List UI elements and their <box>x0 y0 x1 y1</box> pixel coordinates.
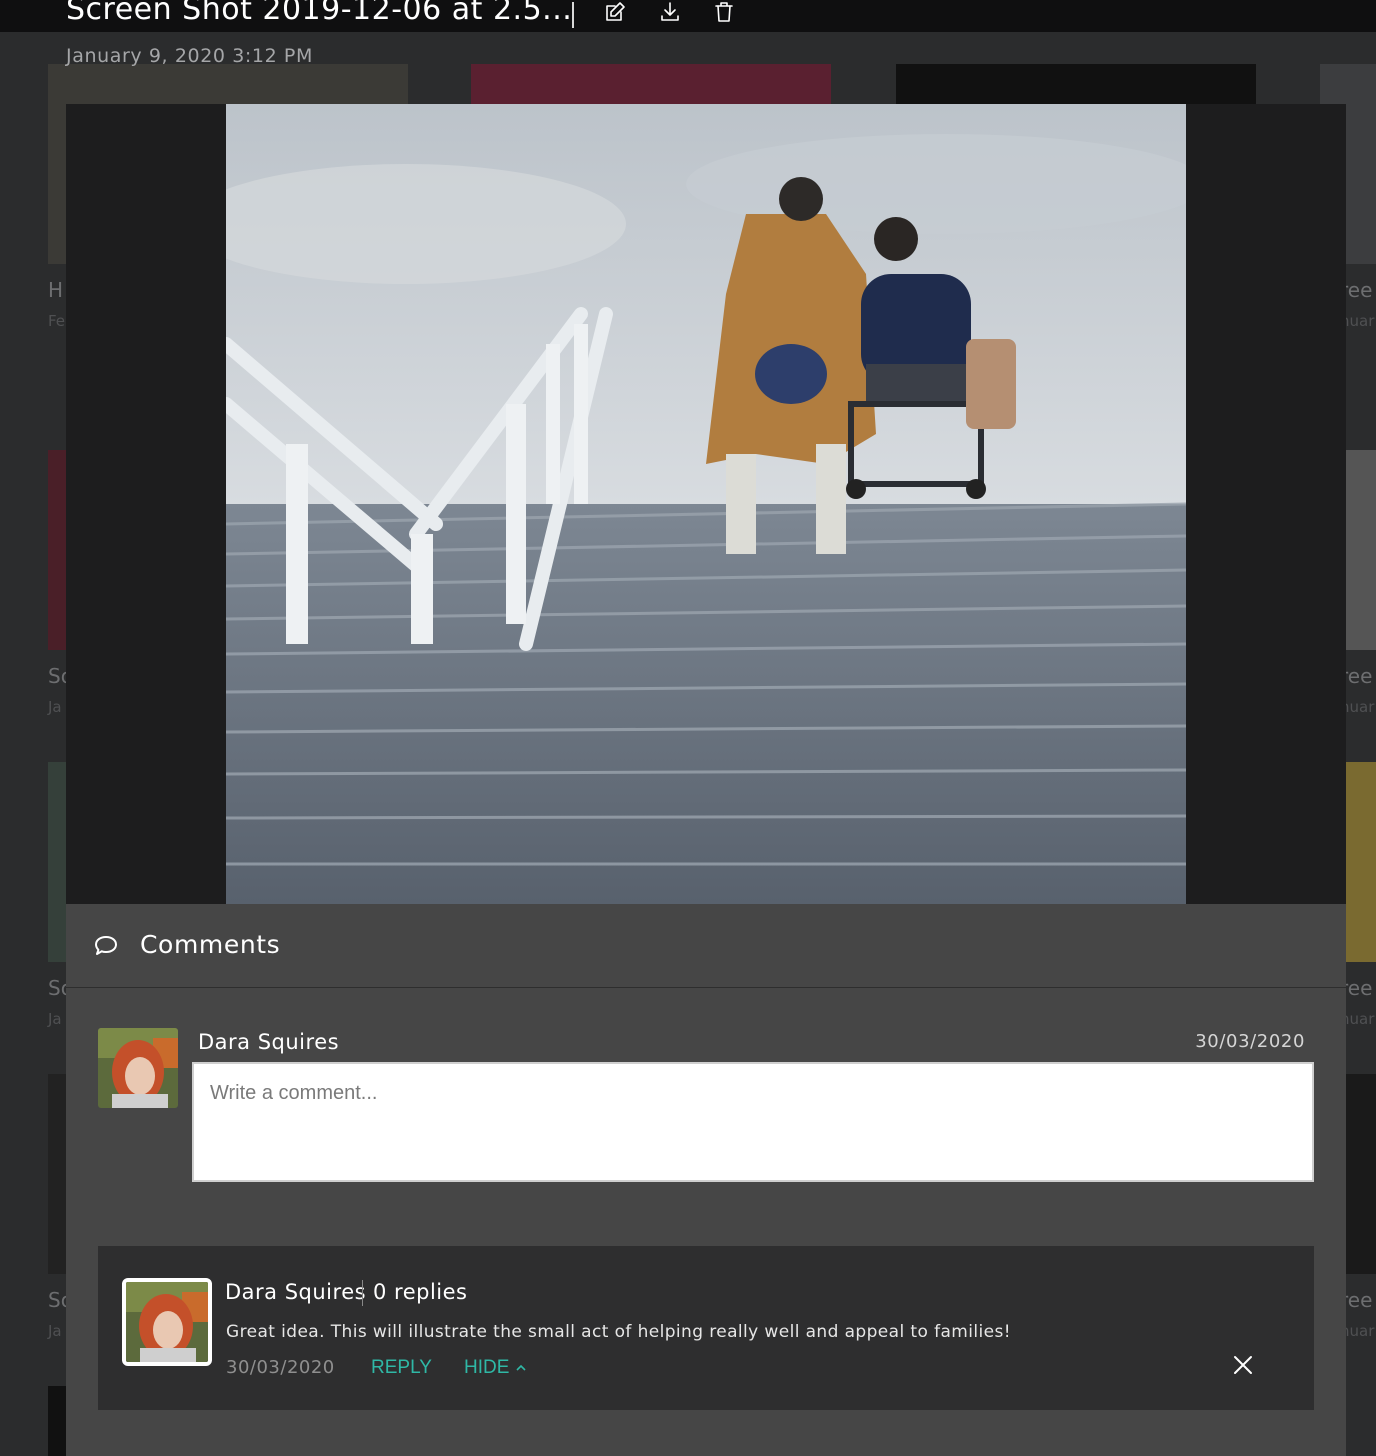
gallery-card[interactable] <box>1346 762 1376 962</box>
reply-button[interactable]: REPLY <box>371 1357 432 1379</box>
comment-input[interactable] <box>192 1062 1314 1182</box>
comment-user-name: Dara Squires <box>225 1280 367 1304</box>
edit-icon[interactable] <box>603 0 627 24</box>
comment-card: Dara Squires 0 replies Great idea. This … <box>98 1246 1314 1410</box>
title-separator <box>572 2 574 28</box>
avatar <box>98 1028 178 1108</box>
comments-panel: Comments Dara Squires 30/03/2020 Write a… <box>66 904 1346 1456</box>
gallery-card[interactable] <box>48 1074 68 1274</box>
gallery-card[interactable] <box>1346 450 1376 650</box>
gallery-sublabel: Fe <box>48 312 66 330</box>
download-icon[interactable] <box>658 0 682 24</box>
gallery-card[interactable] <box>48 1386 68 1456</box>
avatar <box>122 1278 212 1366</box>
hide-label: HIDE <box>464 1357 510 1378</box>
gallery-card[interactable] <box>1346 1074 1376 1274</box>
close-icon[interactable] <box>1232 1354 1254 1376</box>
trash-icon[interactable] <box>712 0 736 24</box>
gallery-label: H <box>48 278 64 302</box>
gallery-card[interactable] <box>896 64 1256 104</box>
replies-count: 0 replies <box>373 1280 468 1304</box>
gallery-card[interactable] <box>471 64 831 104</box>
comment-header-separator <box>362 1280 363 1306</box>
comment-text: Great idea. This will illustrate the sma… <box>226 1322 1011 1342</box>
gallery-sublabel: Ja <box>48 1010 62 1028</box>
gallery-sublabel: Ja <box>48 1322 62 1340</box>
page: H Fe So Ja So Ja So Ja ree nuar ree nuar… <box>0 0 1376 1456</box>
speech-bubble-icon <box>92 932 120 960</box>
photo-image <box>226 104 1186 904</box>
composer-user-name: Dara Squires <box>198 1030 340 1054</box>
comments-header: Comments <box>66 904 1346 988</box>
image-viewer <box>66 104 1346 904</box>
gallery-card[interactable] <box>48 450 68 650</box>
composer-date: 30/03/2020 <box>1195 1031 1305 1052</box>
photo[interactable] <box>226 104 1186 904</box>
hide-button[interactable]: HIDE <box>464 1357 527 1379</box>
gallery-card[interactable] <box>48 762 68 962</box>
file-title: Screen Shot 2019-12-06 at 2.5... <box>66 0 573 27</box>
comments-title: Comments <box>140 930 281 959</box>
gallery-sublabel: Ja <box>48 698 62 716</box>
file-date: January 9, 2020 3:12 PM <box>66 45 313 67</box>
comment-date: 30/03/2020 <box>226 1357 335 1378</box>
chevron-up-icon <box>516 1364 526 1371</box>
top-bar: Screen Shot 2019-12-06 at 2.5... <box>0 0 1376 32</box>
